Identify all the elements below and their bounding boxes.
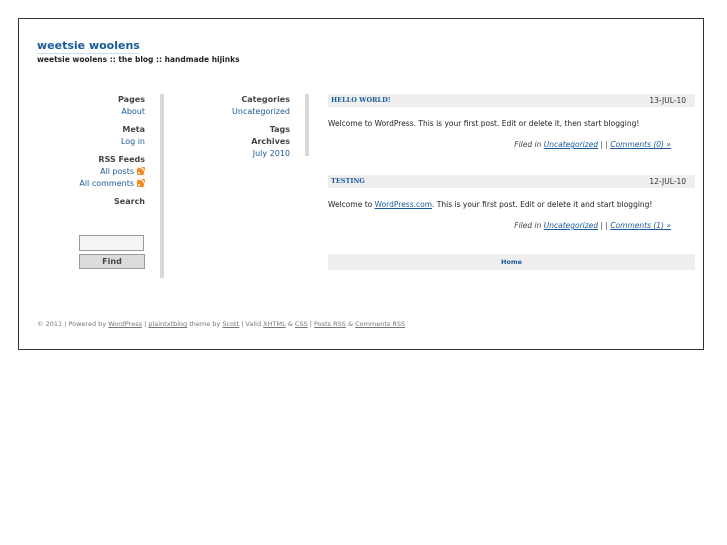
find-button[interactable]: Find <box>79 254 145 269</box>
all-comments-feed-link[interactable]: All comments <box>59 179 145 188</box>
archives-heading: Archives <box>251 137 290 146</box>
xhtml-link[interactable]: XHTML <box>263 320 286 328</box>
tags-heading: Tags <box>269 125 290 134</box>
categories-heading: Categories <box>241 95 290 104</box>
theme-link[interactable]: plaintxtblog <box>148 320 187 328</box>
category-link[interactable]: Uncategorized <box>544 221 598 230</box>
wordpress-com-link[interactable]: WordPress.com <box>375 200 432 209</box>
site-title[interactable]: weetsie woolens <box>37 39 140 54</box>
ampersand-text: & <box>285 320 295 328</box>
site-description: weetsie woolens :: the blog :: handmade … <box>37 55 240 64</box>
category-link[interactable]: Uncategorized <box>544 140 598 149</box>
about-link[interactable]: About <box>59 107 145 116</box>
sidebar-secondary: Categories Uncategorized Tags Archives J… <box>169 95 290 167</box>
uncategorized-link[interactable]: Uncategorized <box>169 107 290 116</box>
meta-heading: Meta <box>122 125 145 134</box>
filed-in-label: Filed in <box>514 221 544 230</box>
page-frame: weetsie woolens weetsie woolens :: the b… <box>18 18 704 350</box>
home-link[interactable]: Home <box>501 258 522 266</box>
post-body-text: . This is your first post. Edit or delet… <box>432 200 653 209</box>
post-title[interactable]: HELLO WORLD! <box>331 94 391 107</box>
search-input[interactable] <box>79 235 144 251</box>
post-title[interactable]: TESTING <box>331 175 365 188</box>
css-link[interactable]: CSS <box>295 320 308 328</box>
posts-rss-link[interactable]: Posts RSS <box>314 320 346 328</box>
all-comments-label: All comments <box>79 179 134 188</box>
post-body-text: Welcome to <box>328 200 375 209</box>
sidebar-primary: Pages About Meta Log in RSS Feeds All po… <box>59 95 145 215</box>
all-posts-feed-link[interactable]: All posts <box>59 167 145 176</box>
comments-rss-link[interactable]: Comments RSS <box>355 320 405 328</box>
rss-feed-icon <box>137 167 145 175</box>
post-meta: Filed in Uncategorized | | Comments (0) … <box>514 140 671 149</box>
post-header: TESTING 12-JUL-10 <box>328 175 695 188</box>
comments-link[interactable]: Comments (1) » <box>610 221 671 230</box>
navigation-bar: Home <box>328 254 695 270</box>
footer: © 2011 | Powered by WordPress | plaintxt… <box>37 320 405 328</box>
all-posts-label: All posts <box>100 167 134 176</box>
search-heading: Search <box>114 197 145 206</box>
rss-heading: RSS Feeds <box>98 155 145 164</box>
wordpress-link[interactable]: WordPress <box>108 320 142 328</box>
comments-link[interactable]: Comments (0) » <box>610 140 671 149</box>
author-link[interactable]: Scott <box>222 320 239 328</box>
filed-in-label: Filed in <box>514 140 544 149</box>
post-body: Welcome to WordPress.com. This is your f… <box>328 200 652 209</box>
archive-month-link[interactable]: July 2010 <box>169 149 290 158</box>
post-body: Welcome to WordPress. This is your first… <box>328 119 640 128</box>
post-header: HELLO WORLD! 13-JUL-10 <box>328 94 695 107</box>
post-date: 13-JUL-10 <box>649 96 686 105</box>
sidebar-divider <box>305 94 309 156</box>
copyright-text: © 2011 | Powered by <box>37 320 109 328</box>
ampersand-text: & <box>345 320 356 328</box>
valid-text: | Valid <box>239 320 264 328</box>
meta-separator: | | <box>598 140 611 149</box>
sidebar-divider <box>160 94 164 278</box>
theme-by-text: theme by <box>187 320 223 328</box>
post-meta: Filed in Uncategorized | | Comments (1) … <box>514 221 671 230</box>
post-date: 12-JUL-10 <box>649 177 686 186</box>
meta-separator: | | <box>598 221 611 230</box>
pages-heading: Pages <box>118 95 145 104</box>
login-link[interactable]: Log in <box>59 137 145 146</box>
rss-feed-icon <box>137 179 145 187</box>
